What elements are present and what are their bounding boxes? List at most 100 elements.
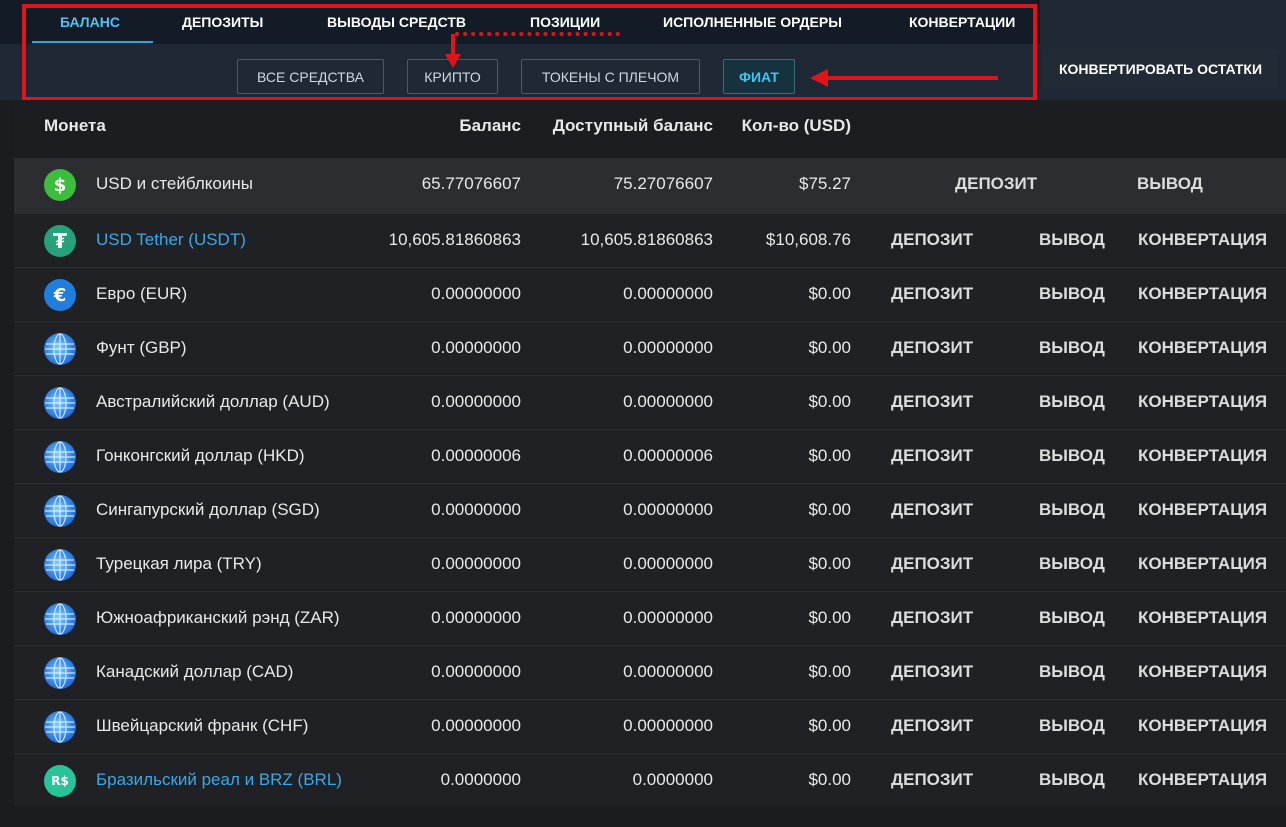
dollar-icon: $ xyxy=(44,169,76,201)
tether-icon: ₮ xyxy=(44,225,76,257)
available-balance-value: 0.00000000 xyxy=(623,608,713,627)
tab-balance[interactable]: БАЛАНС xyxy=(60,14,120,34)
coin-name: USD и стейблкоины xyxy=(96,174,253,193)
balance-value: 0.00000000 xyxy=(431,716,521,735)
available-balance-value: 0.00000000 xyxy=(623,392,713,411)
deposit-button[interactable]: ДЕПОЗИТ xyxy=(891,284,973,304)
deposit-button[interactable]: ДЕПОЗИТ xyxy=(891,230,973,250)
table-row: $ USD и стейблкоины 65.77076607 75.27076607… xyxy=(14,158,1286,213)
table-row: Канадский доллар (CAD) 0.00000000 0.000000… xyxy=(14,645,1286,698)
coin-name: Турецкая лира (TRY) xyxy=(96,554,262,573)
convert-button[interactable]: КОНВЕРТАЦИЯ xyxy=(1138,284,1267,304)
filter-fiat-button[interactable]: ФИАТ xyxy=(723,59,795,94)
coin-name[interactable]: USD Tether (USDT) xyxy=(96,230,366,250)
withdraw-button[interactable]: ВЫВОД xyxy=(1039,716,1105,736)
column-header-usd: Кол-во (USD) xyxy=(741,116,851,135)
table-row: ₮ USD Tether (USDT) 10,605.81860863 10,605.… xyxy=(14,213,1286,266)
deposit-button[interactable]: ДЕПОЗИТ xyxy=(891,446,973,466)
annotation-dotted-line xyxy=(455,32,620,36)
withdraw-button[interactable]: ВЫВОД xyxy=(1039,554,1105,574)
convert-button[interactable]: КОНВЕРТАЦИЯ xyxy=(1138,230,1267,250)
convert-button[interactable]: КОНВЕРТАЦИЯ xyxy=(1138,500,1267,520)
available-balance-value: 75.27076607 xyxy=(613,174,713,193)
balance-value: 10,605.81860863 xyxy=(388,230,521,249)
withdraw-button[interactable]: ВЫВОД xyxy=(1039,446,1105,466)
withdraw-button[interactable]: ВЫВОД xyxy=(1039,338,1105,358)
usd-value: $0.00 xyxy=(808,392,851,411)
withdraw-button[interactable]: ВЫВОД xyxy=(1039,608,1105,628)
filter-leveraged-tokens-button[interactable]: ТОКЕНЫ С ПЛЕЧОМ xyxy=(521,59,700,94)
coin-name: Евро (EUR) xyxy=(96,284,188,303)
convert-button[interactable]: КОНВЕРТАЦИЯ xyxy=(1138,392,1267,412)
available-balance-value: 0.00000000 xyxy=(623,554,713,573)
deposit-button[interactable]: ДЕПОЗИТ xyxy=(891,770,973,790)
tab-conversions[interactable]: КОНВЕРТАЦИИ xyxy=(909,14,1015,34)
real-icon: R$ xyxy=(44,765,76,797)
deposit-button[interactable]: ДЕПОЗИТ xyxy=(891,662,973,682)
table-row: R$ Бразильский реал и BRZ (BRL) 0.0000000 0… xyxy=(14,753,1286,806)
deposit-button[interactable]: ДЕПОЗИТ xyxy=(891,392,973,412)
active-tab-indicator xyxy=(32,41,153,43)
withdraw-button[interactable]: ВЫВОД xyxy=(1039,284,1105,304)
coin-name: Швейцарский франк (CHF) xyxy=(96,716,309,735)
convert-button[interactable]: КОНВЕРТАЦИЯ xyxy=(1138,338,1267,358)
globe-icon xyxy=(44,657,76,689)
available-balance-value: 0.00000000 xyxy=(623,284,713,303)
globe-icon xyxy=(44,603,76,635)
usd-value: $0.00 xyxy=(808,500,851,519)
coin-name[interactable]: Бразильский реал и BRZ (BRL) xyxy=(96,770,366,790)
withdraw-button[interactable]: ВЫВОД xyxy=(1039,500,1105,520)
convert-balances-button[interactable]: КОНВЕРТИРОВАТЬ ОСТАТКИ xyxy=(1043,49,1278,88)
column-header-coin: Монета xyxy=(44,116,106,135)
usd-value: $0.00 xyxy=(808,716,851,735)
balance-value: 0.00000000 xyxy=(431,608,521,627)
table-row: Турецкая лира (TRY) 0.00000000 0.00000000 $… xyxy=(14,537,1286,590)
globe-icon xyxy=(44,495,76,527)
convert-button[interactable]: КОНВЕРТАЦИЯ xyxy=(1138,770,1267,790)
annotation-arrow-down xyxy=(451,34,455,56)
usd-value: $0.00 xyxy=(808,608,851,627)
tab-withdrawals[interactable]: ВЫВОДЫ СРЕДСТВ xyxy=(327,14,466,34)
table-row: Южноафриканский рэнд (ZAR) 0.00000000 0.00… xyxy=(14,591,1286,644)
usd-value: $75.27 xyxy=(799,174,851,193)
tab-positions[interactable]: ПОЗИЦИИ xyxy=(530,14,600,34)
coin-name: Гонконгский доллар (HKD) xyxy=(96,446,305,465)
balance-value: 0.00000000 xyxy=(431,500,521,519)
deposit-button[interactable]: ДЕПОЗИТ xyxy=(891,608,973,628)
balance-value: 65.77076607 xyxy=(421,174,521,193)
convert-button[interactable]: КОНВЕРТАЦИЯ xyxy=(1138,716,1267,736)
deposit-button[interactable]: ДЕПОЗИТ xyxy=(955,174,1037,194)
convert-button[interactable]: КОНВЕРТАЦИЯ xyxy=(1138,446,1267,466)
available-balance-value: 0.0000000 xyxy=(632,770,713,789)
column-header-balance: Баланс xyxy=(459,116,521,135)
euro-icon: € xyxy=(44,279,76,311)
convert-button[interactable]: КОНВЕРТАЦИЯ xyxy=(1138,662,1267,682)
tab-deposits[interactable]: ДЕПОЗИТЫ xyxy=(182,14,263,34)
deposit-button[interactable]: ДЕПОЗИТ xyxy=(891,716,973,736)
withdraw-button[interactable]: ВЫВОД xyxy=(1039,230,1105,250)
annotation-arrow-left-head xyxy=(810,69,828,87)
column-header-available: Доступный баланс xyxy=(552,116,713,135)
usd-value: $0.00 xyxy=(808,338,851,357)
annotation-arrow-down-head xyxy=(445,54,461,68)
tab-filled-orders[interactable]: ИСПОЛНЕННЫЕ ОРДЕРЫ xyxy=(663,14,842,34)
balance-value: 0.00000000 xyxy=(431,554,521,573)
table-row: Австралийский доллар (AUD) 0.00000000 0.00… xyxy=(14,375,1286,428)
balance-value: 0.0000000 xyxy=(440,770,521,789)
balance-value: 0.00000006 xyxy=(431,446,521,465)
deposit-button[interactable]: ДЕПОЗИТ xyxy=(891,500,973,520)
globe-icon xyxy=(44,387,76,419)
coin-name: Южноафриканский рэнд (ZAR) xyxy=(96,608,340,627)
withdraw-button[interactable]: ВЫВОД xyxy=(1039,392,1105,412)
withdraw-button[interactable]: ВЫВОД xyxy=(1039,662,1105,682)
deposit-button[interactable]: ДЕПОЗИТ xyxy=(891,338,973,358)
withdraw-button[interactable]: ВЫВОД xyxy=(1039,770,1105,790)
filter-all-funds-button[interactable]: ВСЕ СРЕДСТВА xyxy=(237,59,384,94)
tab-bar: БАЛАНС ДЕПОЗИТЫ ВЫВОДЫ СРЕДСТВ ПОЗИЦИИ И… xyxy=(0,0,1040,44)
balance-value: 0.00000000 xyxy=(431,392,521,411)
convert-button[interactable]: КОНВЕРТАЦИЯ xyxy=(1138,554,1267,574)
convert-button[interactable]: КОНВЕРТАЦИЯ xyxy=(1138,608,1267,628)
deposit-button[interactable]: ДЕПОЗИТ xyxy=(891,554,973,574)
withdraw-button[interactable]: ВЫВОД xyxy=(1137,174,1203,194)
usd-value: $0.00 xyxy=(808,554,851,573)
